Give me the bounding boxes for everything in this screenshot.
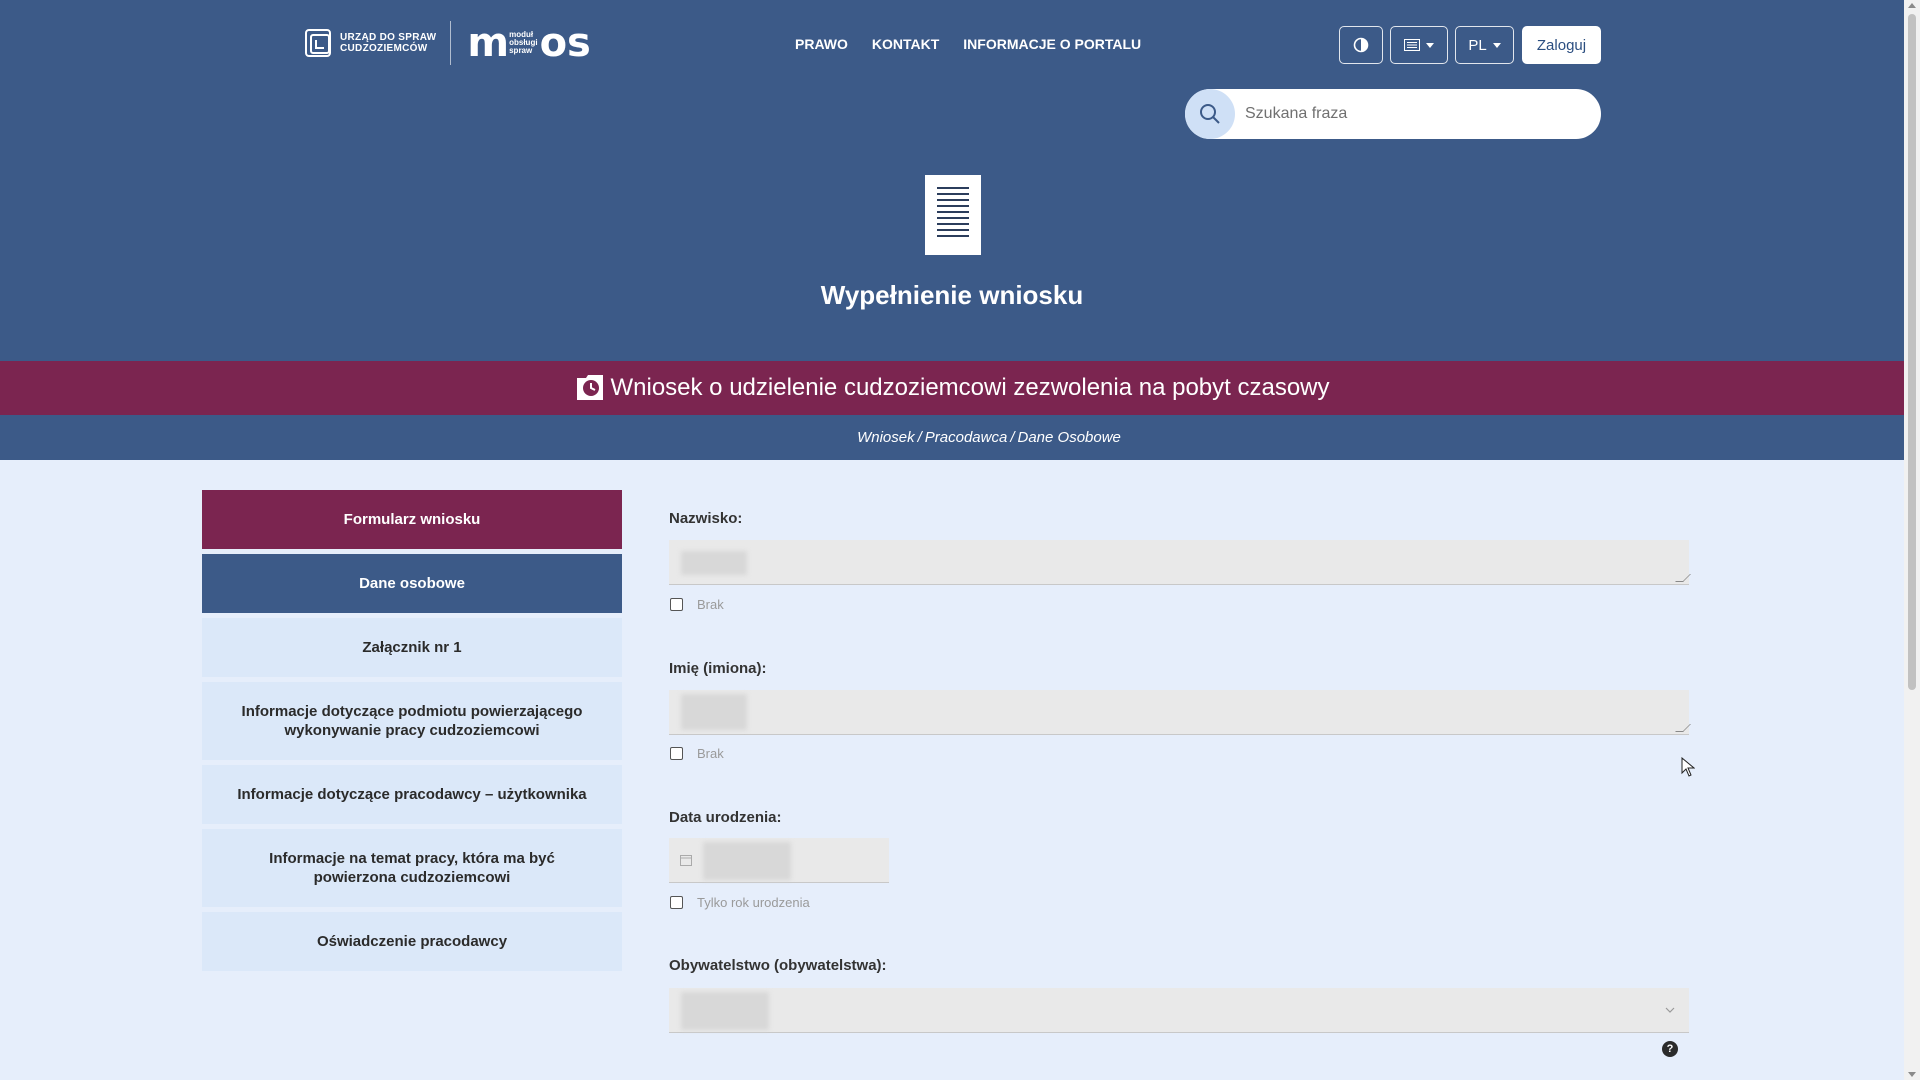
birthyear-only-option[interactable]: Tylko rok urodzenia [669,895,810,910]
udsc-logo-line2: CUDZOZIEMCÓW [340,43,428,54]
birthdate-label: Data urodzenia: [669,809,782,826]
language-label: PL [1468,36,1487,54]
contrast-icon [1353,37,1369,53]
sidebar-item-zalacznik-nr-1[interactable]: Załącznik nr 1 [202,618,622,677]
logo-group[interactable]: URZĄD DO SPRAW CUDZOZIEMCÓW m moduł obsł… [304,20,591,66]
form-sections-sidebar: Formularz wniosku Dane osobowe Załącznik… [202,490,622,976]
help-icon[interactable]: ? [1662,1041,1678,1057]
surname-label: Nazwisko: [669,510,743,527]
login-button[interactable]: Zaloguj [1522,26,1601,64]
firstname-none-label: Brak [697,746,724,761]
search-box [1185,89,1601,139]
scrollbar-thumb[interactable] [1908,14,1916,690]
breadcrumb-item-dane-osobowe: Dane Osobowe [1017,429,1121,446]
language-select-button[interactable]: PL [1455,26,1514,64]
scroll-down-icon[interactable] [1908,1072,1916,1077]
nav-prawo[interactable]: PRAWO [795,36,848,52]
scroll-up-icon[interactable] [1908,3,1916,8]
redacted-value [681,992,769,1030]
main-nav: PRAWO KONTAKT INFORMACJE O PORTALU [795,36,1141,52]
logo-divider [450,21,452,65]
surname-field[interactable] [669,540,1691,585]
surname-none-option[interactable]: Brak [669,597,724,612]
text-size-icon [1404,39,1420,51]
calendar-icon [680,855,692,866]
breadcrumb-item-wniosek[interactable]: Wniosek [857,429,915,446]
udsc-logo[interactable]: URZĄD DO SPRAW CUDZOZIEMCÓW [304,26,436,60]
contrast-toggle-button[interactable] [1339,26,1383,64]
nav-kontakt[interactable]: KONTAKT [872,36,939,52]
search-input[interactable] [1245,105,1585,123]
birthyear-only-label: Tylko rok urodzenia [697,895,810,910]
firstname-field[interactable] [669,690,1691,735]
page-scrollbar[interactable] [1904,0,1920,1080]
citizenship-select[interactable] [669,988,1689,1033]
chevron-down-icon [1492,42,1501,48]
sidebar-item-pracodawca-uzytkownik[interactable]: Informacje dotyczące pracodawcy – użytko… [202,765,622,824]
birthyear-only-checkbox[interactable] [670,896,683,909]
breadcrumb-separator: / [1010,429,1015,446]
mos-logo-subtitle: moduł obsługi spraw [509,31,537,55]
resize-handle[interactable] [1675,724,1691,732]
birthdate-field[interactable] [669,838,889,883]
sidebar-item-dane-osobowe[interactable]: Dane osobowe [202,554,622,613]
reader-options-button[interactable] [1390,26,1448,64]
application-type-banner: Wniosek o udzielenie cudzoziemcowi zezwo… [0,361,1904,415]
sidebar-item-informacje-o-pracy[interactable]: Informacje na temat pracy, która ma być … [202,829,622,907]
sidebar-item-formularz-wniosku[interactable]: Formularz wniosku [202,490,622,549]
surname-none-label: Brak [697,597,724,612]
redacted-value [681,551,747,575]
breadcrumb: Wniosek / Pracodawca / Dane Osobowe [0,415,1904,460]
mos-logo-sub3: spraw [509,46,533,55]
temporary-residence-clock-icon [577,375,604,400]
udsc-logo-text: URZĄD DO SPRAW CUDZOZIEMCÓW [340,32,436,54]
redacted-value [681,694,747,730]
surname-none-checkbox[interactable] [670,598,683,611]
mos-logo-m: m [467,20,509,66]
firstname-none-option[interactable]: Brak [669,746,724,761]
sidebar-item-podmiot-powierzajacy[interactable]: Informacje dotyczące podmiotu powierzają… [202,682,622,760]
resize-handle[interactable] [1675,574,1691,582]
mouse-cursor-icon [1681,757,1695,777]
firstname-none-checkbox[interactable] [670,747,683,760]
mos-logo-os: os [539,20,591,66]
redacted-value [703,842,791,880]
udsc-emblem-icon [305,29,331,57]
nav-informacje-o-portalu[interactable]: INFORMACJE O PORTALU [963,36,1141,52]
chevron-down-icon [1665,1002,1675,1016]
mos-logo[interactable]: m moduł obsługi spraw os [467,23,590,63]
firstname-label: Imię (imiona): [669,660,767,677]
citizenship-label: Obywatelstwo (obywatelstwa): [669,957,887,974]
chevron-down-icon [1426,42,1434,48]
site-header: URZĄD DO SPRAW CUDZOZIEMCÓW m moduł obsł… [0,0,1904,361]
document-icon [925,175,981,255]
breadcrumb-item-pracodawca[interactable]: Pracodawca [925,429,1008,446]
page-title: Wypełnienie wniosku [820,280,1084,310]
udsc-logo-line1: URZĄD DO SPRAW [340,32,437,43]
breadcrumb-separator: / [917,429,922,446]
application-type-title: Wniosek o udzielenie cudzoziemcowi zezwo… [610,374,1330,401]
search-icon[interactable] [1185,89,1235,139]
sidebar-item-oswiadczenie-pracodawcy[interactable]: Oświadczenie pracodawcy [202,912,622,971]
